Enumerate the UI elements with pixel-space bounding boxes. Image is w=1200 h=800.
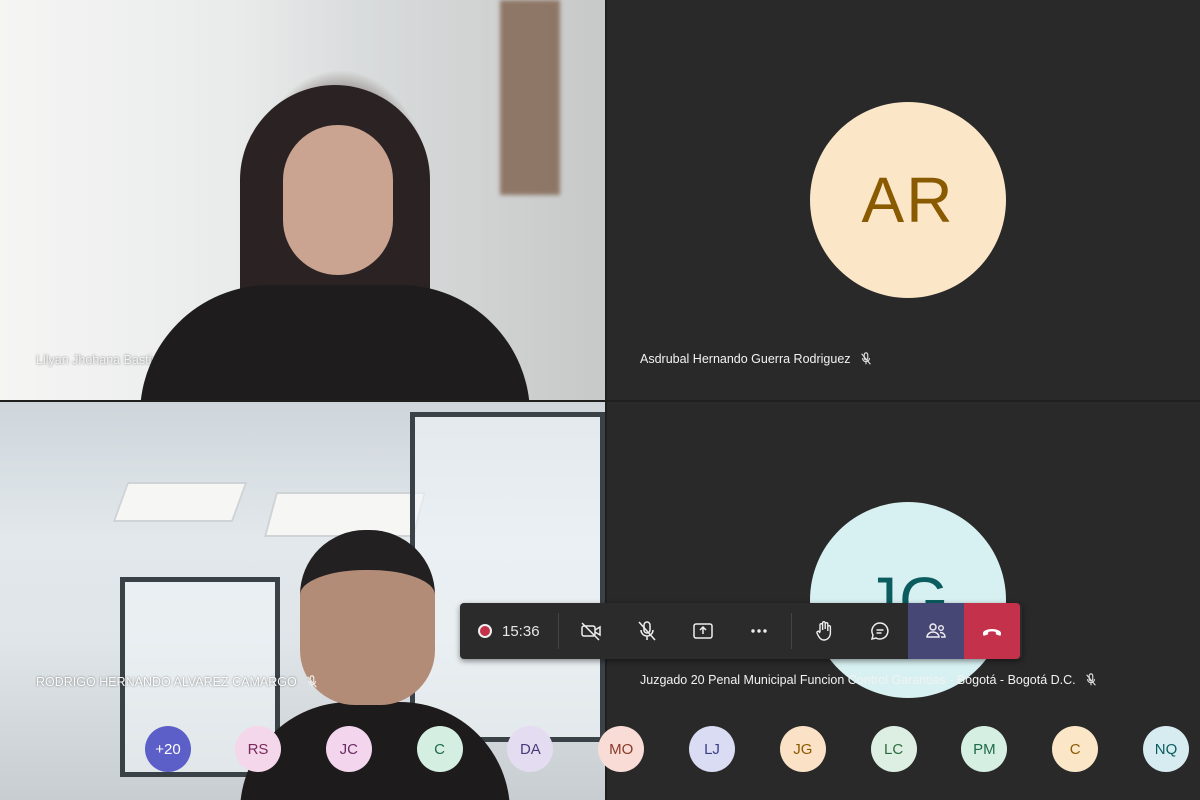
participant-name: Lilyan Jhohana Bastidas Huertas bbox=[36, 353, 219, 367]
participant-mini-avatar[interactable]: C bbox=[1052, 726, 1099, 772]
participants-icon bbox=[925, 623, 946, 638]
participant-mini-avatar[interactable]: LC bbox=[870, 726, 917, 772]
participant-mini-avatar[interactable]: MO bbox=[598, 726, 645, 772]
more-actions-button[interactable] bbox=[731, 603, 787, 659]
mic-off-icon bbox=[306, 675, 317, 688]
participant-mini-avatar[interactable]: NQ bbox=[1143, 726, 1189, 772]
participants-button[interactable] bbox=[907, 603, 964, 659]
participant-mini-avatar[interactable]: RS bbox=[235, 726, 281, 772]
video-tile-1[interactable]: Lilyan Jhohana Bastidas Huertas ••• bbox=[0, 0, 605, 400]
participant-video-face bbox=[283, 125, 393, 275]
participant-mini-avatar[interactable]: JG bbox=[779, 726, 826, 772]
participant-name: RODRIGO HERNANDO ALVAREZ CAMARGO bbox=[36, 675, 297, 689]
participant-mini-avatar[interactable]: LJ bbox=[689, 726, 735, 772]
mic-toggle-button[interactable] bbox=[619, 603, 675, 659]
participant-name-label-4: Juzgado 20 Penal Municipal Funcion Contr… bbox=[640, 673, 1098, 687]
participant-name: Juzgado 20 Penal Municipal Funcion Contr… bbox=[640, 673, 1076, 687]
participant-name-label-1: Lilyan Jhohana Bastidas Huertas ••• bbox=[36, 353, 243, 367]
toolbar-divider bbox=[790, 613, 792, 649]
mic-off-icon bbox=[860, 352, 871, 365]
hang-up-button[interactable] bbox=[963, 603, 1020, 659]
more-icon bbox=[750, 629, 767, 633]
participant-mini-avatar[interactable]: JC bbox=[325, 726, 372, 772]
hang-up-icon bbox=[982, 629, 1001, 636]
participant-avatar: JG bbox=[810, 502, 1006, 698]
call-toolbar: 15:36 bbox=[460, 603, 1022, 659]
toolbar-divider bbox=[557, 613, 559, 649]
participant-name-label-3: RODRIGO HERNANDO ALVAREZ CAMARGO bbox=[36, 675, 319, 689]
chat-button[interactable] bbox=[852, 603, 908, 659]
participant-name-label-2: Asdrubal Hernando Guerra Rodriguez bbox=[640, 352, 873, 366]
participant-name: Asdrubal Hernando Guerra Rodriguez bbox=[640, 352, 851, 366]
share-screen-icon bbox=[692, 623, 713, 639]
window bbox=[410, 412, 605, 742]
ceiling-panel bbox=[263, 492, 427, 537]
ceiling-panel bbox=[112, 482, 248, 522]
record-icon bbox=[478, 624, 492, 638]
participant-mini-avatar[interactable]: C bbox=[416, 726, 463, 772]
participant-avatar: AR bbox=[810, 102, 1006, 298]
more-participants-button[interactable]: +20 bbox=[145, 726, 191, 772]
camera-toggle-button[interactable] bbox=[563, 603, 619, 659]
share-screen-button[interactable] bbox=[675, 603, 731, 659]
more-options-icon[interactable]: ••• bbox=[227, 353, 243, 367]
call-timer: 15:36 bbox=[460, 603, 554, 659]
video-tile-2[interactable]: AR Asdrubal Hernando Guerra Rodriguez bbox=[607, 0, 1200, 400]
participant-video-face bbox=[300, 530, 435, 705]
chat-icon bbox=[870, 622, 889, 641]
mic-off-icon bbox=[637, 621, 656, 641]
timer-text: 15:36 bbox=[502, 622, 540, 640]
raise-hand-icon bbox=[815, 621, 831, 641]
camera-off-icon bbox=[580, 622, 601, 641]
mic-off-icon bbox=[1085, 673, 1096, 686]
raise-hand-button[interactable] bbox=[796, 603, 852, 659]
